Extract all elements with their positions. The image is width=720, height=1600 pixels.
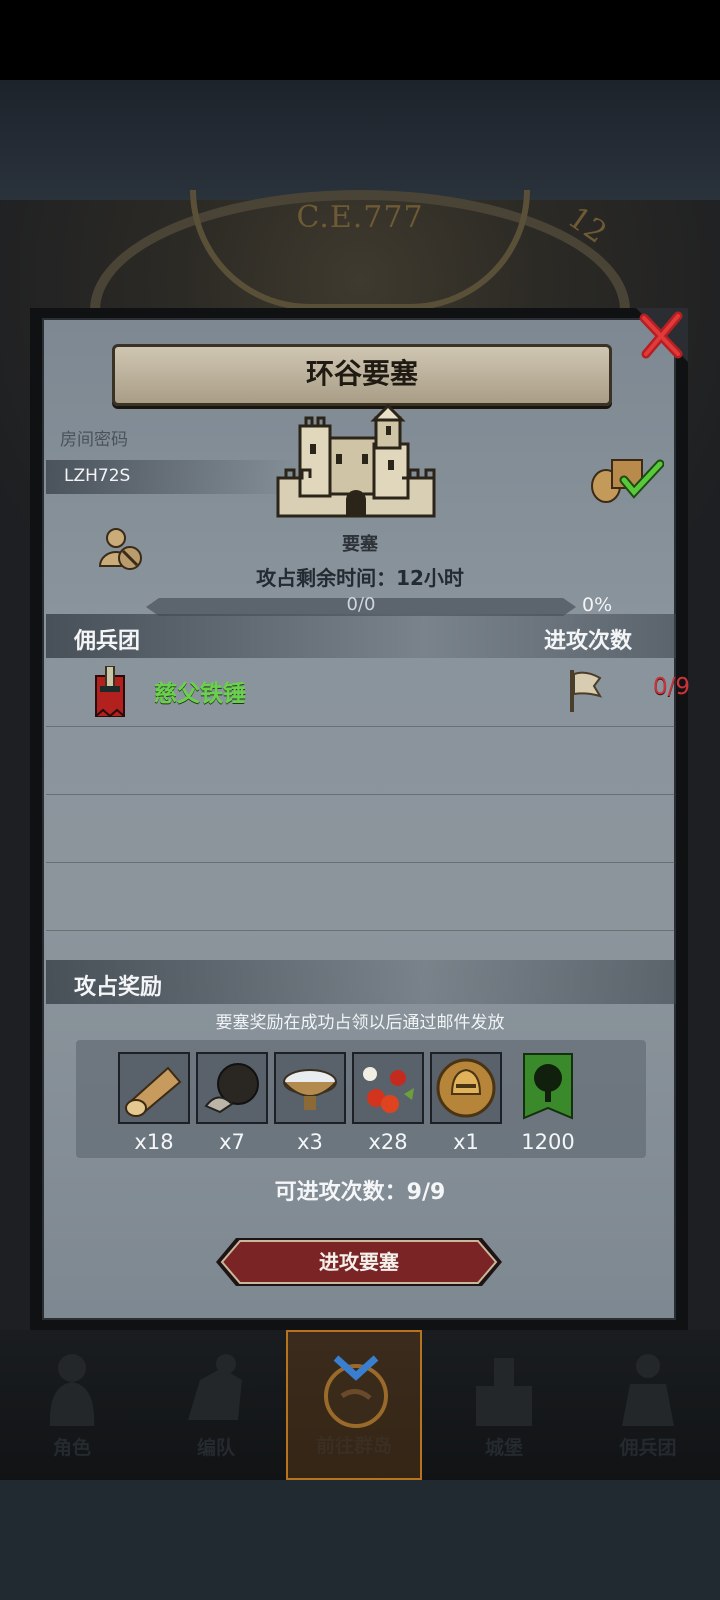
mercenary-section-title: 佣兵团 [74,629,141,654]
knight-icon [49,1354,95,1426]
room-code-value: LZH72S [64,466,131,486]
tree-banner-icon [510,1052,586,1124]
mercenary-row[interactable]: 慈父铁锤 0/9 [46,658,690,727]
room-code-strip: LZH72S [46,460,296,494]
capture-progress-text: 0/0 [346,594,376,615]
berries-icon [352,1052,424,1124]
compass-icon [324,1355,388,1428]
dialog-title: 环谷要塞 [305,357,418,390]
attack-fortress-button[interactable]: 进攻要塞 [214,1236,504,1288]
nav-character[interactable]: 角色 [0,1330,144,1480]
close-icon[interactable] [636,308,688,362]
empty-row [46,726,676,795]
truffle-icon [196,1052,268,1124]
mercenary-icon [622,1354,674,1426]
empty-row [46,862,676,931]
reward-quantity: x7 [219,1130,245,1154]
rewards-section-title: 攻占奖励 [74,975,163,1000]
reward-item[interactable]: x18 [118,1052,190,1154]
dialog-title-plate: 环谷要塞 [112,344,612,406]
era-label: C.E.777 [296,200,424,235]
background-upper [0,80,720,200]
reward-item[interactable]: x7 [196,1052,268,1154]
nav-castle-label: 城堡 [484,1437,523,1459]
remaining-time-text: 攻占剩余时间：12小时 [256,566,464,590]
bowl-icon [274,1052,346,1124]
nav-mercenary-label: 佣兵团 [619,1437,677,1459]
reward-quantity: 1200 [521,1130,575,1154]
cavalry-icon [188,1354,242,1420]
rewards-note: 要塞奖励在成功占领以后通过邮件发放 [215,1013,505,1033]
empty-row [46,794,676,863]
attacks-column-header: 进攻次数 [543,629,632,654]
reward-item[interactable]: x1 [430,1052,502,1154]
reward-quantity: x3 [297,1130,323,1154]
attack-count: 0/9 [652,674,690,700]
knight-helmet-icon [430,1052,502,1124]
reward-quantity: x1 [453,1130,479,1154]
fortress-castle-icon [276,404,436,518]
mercenary-section-header: 佣兵团 进攻次数 [46,614,676,658]
available-attempts: 可进攻次数：9/9 [274,1180,446,1205]
room-code-label: 房间密码 [60,430,128,450]
reward-quantity: x28 [368,1130,408,1154]
reward-item[interactable]: 1200 [510,1052,586,1154]
capture-progress-percent: 0% [582,594,613,616]
nav-character-label: 角色 [52,1437,91,1459]
bottom-safe-area [0,1480,720,1600]
reward-item[interactable]: x3 [274,1052,346,1154]
loot-collected-icon[interactable] [584,454,664,504]
nav-formation[interactable]: 编队 [144,1330,288,1480]
mercenary-name: 慈父铁锤 [154,681,246,707]
wood-log-icon [118,1052,190,1124]
nav-formation-label: 编队 [196,1437,235,1459]
attack-fortress-label: 进攻要塞 [319,1250,399,1274]
reward-item[interactable]: x28 [352,1052,424,1154]
flag-icon [570,670,602,712]
rewards-section-header: 攻占奖励 [46,960,676,1004]
red-banner-icon [95,666,125,718]
nav-islands-label: 前往群岛 [315,1435,392,1457]
nav-islands[interactable]: 前往群岛 [286,1330,422,1480]
nav-mercenary[interactable]: 佣兵团 [576,1330,720,1480]
reward-quantity: x18 [134,1130,174,1154]
castle-icon [476,1358,532,1426]
status-bar [0,0,720,80]
nav-castle[interactable]: 城堡 [432,1330,576,1480]
